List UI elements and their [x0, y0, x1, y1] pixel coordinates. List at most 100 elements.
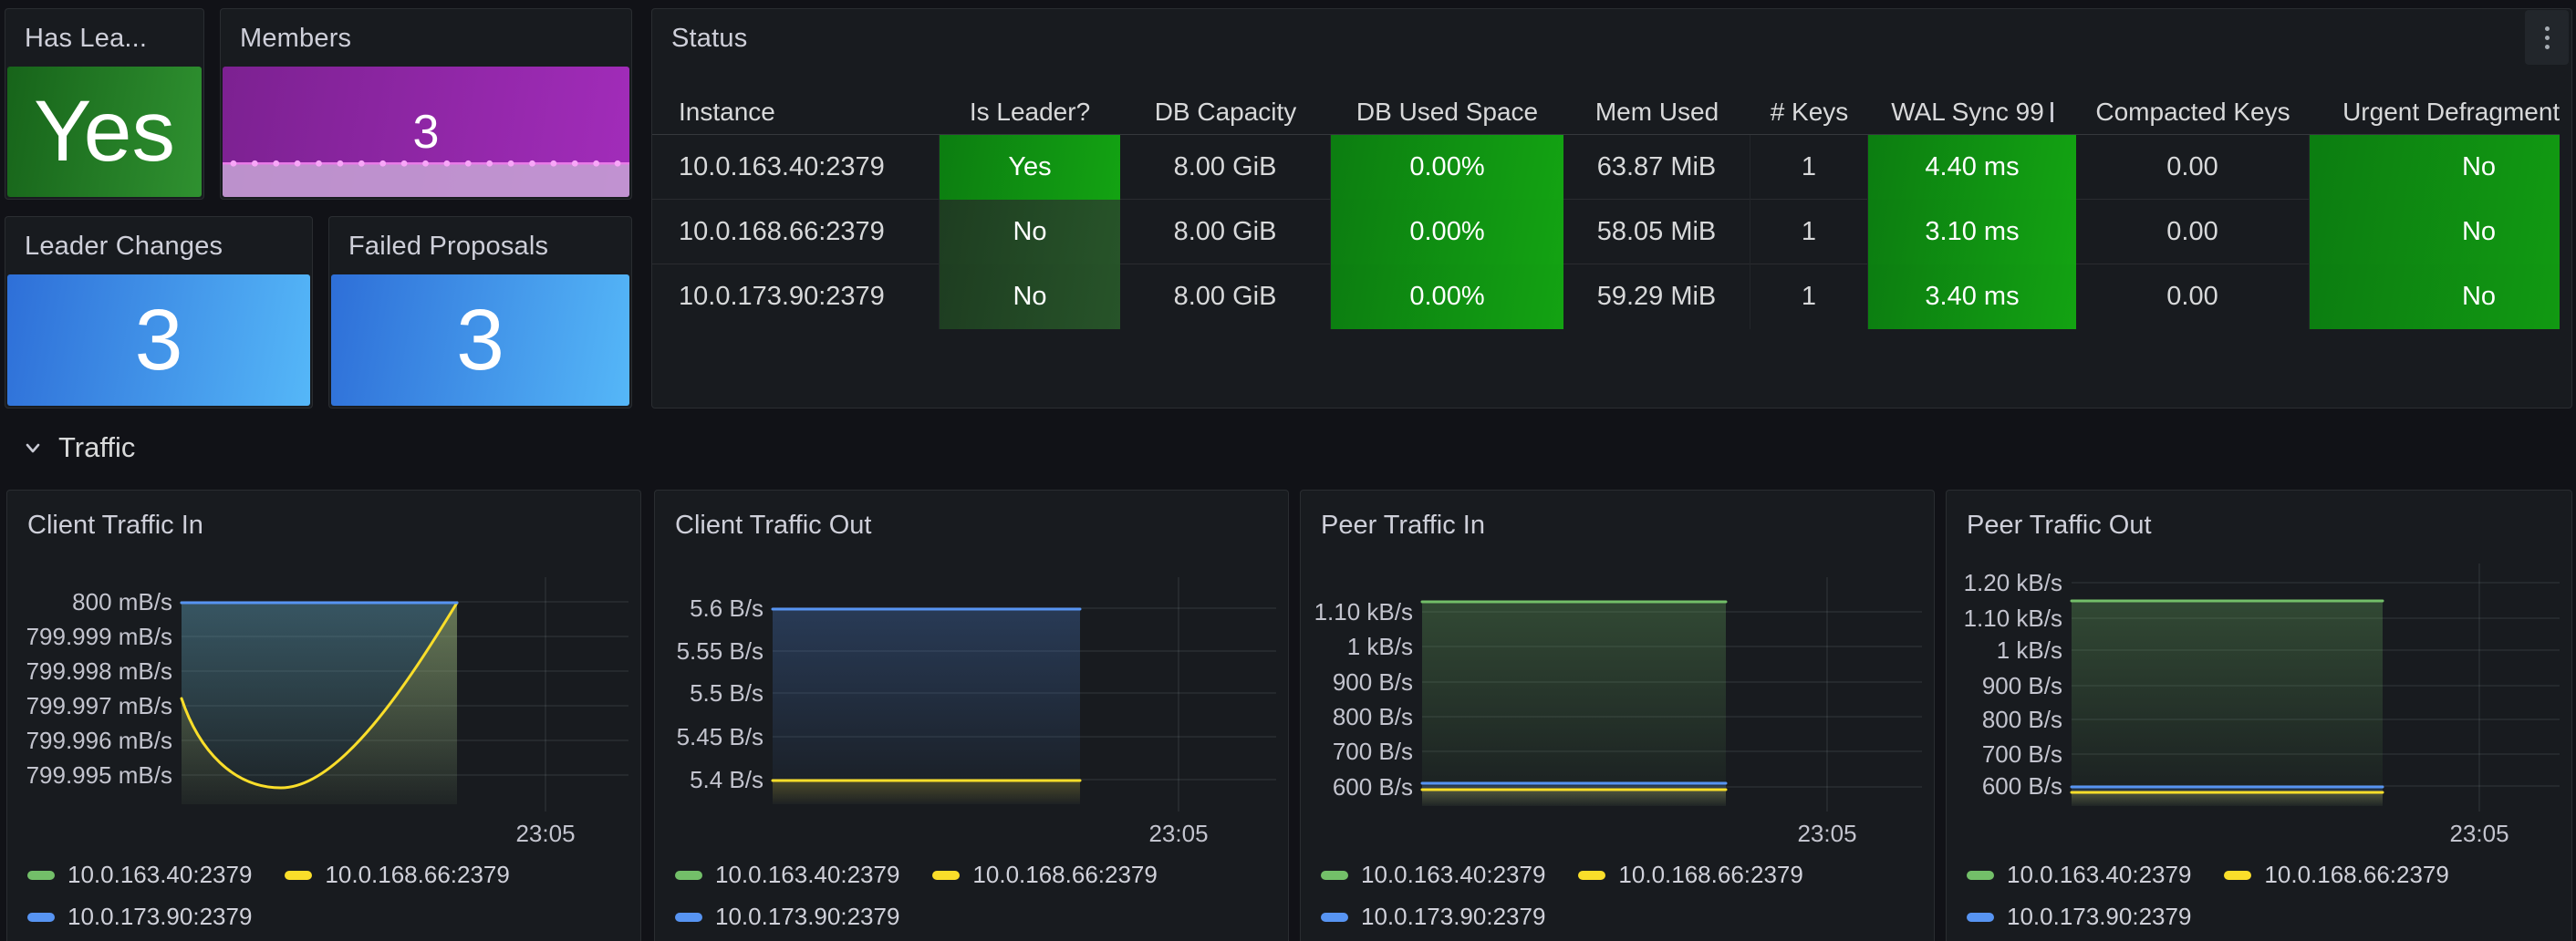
- panel-has-leader: Has Lea... Yes: [5, 8, 204, 200]
- chart-canvas[interactable]: 1.20 kB/s 1.10 kB/s 1 kB/s 900 B/s 800 B/s 70…: [1947, 491, 2571, 941]
- chart-canvas[interactable]: 5.6 B/s5.55 B/s5.5 B/s5.45 B/s5.4 B/s23:…: [655, 491, 1288, 941]
- y-axis-tick-label: 1.10 kB/s: [1947, 606, 2062, 630]
- table-cell-db_used_space: 0.00%: [1331, 264, 1563, 329]
- legend-series-swatch: [1967, 913, 1994, 922]
- table-cell-compacted_keys: 0.00: [2076, 135, 2310, 200]
- y-axis-tick-label: 800 mB/s: [7, 590, 172, 614]
- table-row: 10.0.168.66:2379No8.00 GiB0.00%58.05 MiB…: [652, 200, 2560, 264]
- legend-series-label: 10.0.168.66:2379: [972, 861, 1157, 889]
- legend-series-swatch: [675, 913, 702, 922]
- y-axis-tick-label: 5.45 B/s: [655, 725, 763, 749]
- legend-item[interactable]: 10.0.163.40:2379: [1321, 861, 1545, 889]
- y-axis-tick-label: 1 kB/s: [1301, 635, 1413, 658]
- chart-legend: 10.0.163.40:2379 10.0.168.66:2379 10.0.173…: [1321, 861, 1803, 941]
- chart-canvas[interactable]: 1.10 kB/s1 kB/s900 B/s800 B/s700 B/s600 …: [1301, 491, 1934, 941]
- panel-status: Status InstanceIs Leader?DB CapacityDB U…: [651, 8, 2572, 408]
- legend-item[interactable]: 10.0.163.40:2379: [27, 861, 252, 889]
- y-axis-tick-label: 700 B/s: [1301, 739, 1413, 763]
- y-axis-tick-label: 799.996 mB/s: [7, 729, 172, 752]
- y-axis-tick-label: 600 B/s: [1301, 775, 1413, 799]
- legend-item[interactable]: 10.0.163.40:2379: [1967, 861, 2191, 889]
- y-axis-tick-label: 600 B/s: [1947, 774, 2062, 798]
- legend-item[interactable]: 10.0.173.90:2379: [1967, 903, 2191, 931]
- table-cell-db_capacity: 8.00 GiB: [1120, 200, 1331, 264]
- y-axis-tick-label: 5.6 B/s: [655, 596, 763, 620]
- table-cell-mem_used: 63.87 MiB: [1563, 135, 1750, 200]
- column-header-db_capacity[interactable]: DB Capacity: [1120, 98, 1331, 127]
- x-axis-tick-label: 23:05: [515, 822, 575, 845]
- legend-series-swatch: [1578, 871, 1605, 880]
- members-value: 3: [413, 109, 440, 156]
- legend-item[interactable]: 10.0.173.90:2379: [675, 903, 899, 931]
- table-cell-wal_sync_99: 4.40 ms: [1868, 135, 2076, 200]
- legend-series-swatch: [1321, 871, 1348, 880]
- y-axis-tick-label: 800 B/s: [1301, 705, 1413, 729]
- y-axis-tick-label: 5.55 B/s: [655, 639, 763, 663]
- y-axis-tick-label: 799.997 mB/s: [7, 694, 172, 718]
- chart-canvas[interactable]: 800 mB/s799.999 mB/s799.998 mB/s799.997 …: [7, 491, 640, 941]
- failed-proposals-value: 3: [456, 297, 504, 384]
- panel-members: Members 3: [220, 8, 632, 200]
- column-header-instance[interactable]: Instance: [652, 98, 940, 127]
- legend-item[interactable]: 10.0.173.90:2379: [1321, 903, 1545, 931]
- legend-item[interactable]: 10.0.168.66:2379: [932, 861, 1157, 889]
- column-header-compacted_keys[interactable]: Compacted Keys: [2076, 98, 2310, 127]
- column-header-db_used_space[interactable]: DB Used Space: [1331, 98, 1563, 127]
- panel-title-leader-changes[interactable]: Leader Changes: [25, 232, 223, 262]
- members-value-box: 3: [223, 67, 629, 197]
- y-axis-tick-label: 800 B/s: [1947, 708, 2062, 731]
- legend-series-label: 10.0.173.90:2379: [2007, 903, 2191, 931]
- legend-series-label: 10.0.163.40:2379: [68, 861, 252, 889]
- chart-legend: 10.0.163.40:2379 10.0.168.66:2379 10.0.173…: [1967, 861, 2449, 941]
- panel-peer-traffic-in: Peer Traffic In 1.10 kB/s1 kB/s900 B/s80…: [1300, 490, 1935, 941]
- panel-title-members[interactable]: Members: [240, 24, 351, 54]
- y-axis-tick-label: 900 B/s: [1301, 670, 1413, 694]
- legend-series-swatch: [1321, 913, 1348, 922]
- column-header-mem_used[interactable]: Mem Used: [1563, 98, 1750, 127]
- legend-item[interactable]: 10.0.173.90:2379: [27, 903, 252, 931]
- legend-item[interactable]: 10.0.168.66:2379: [2224, 861, 2448, 889]
- table-cell-db_used_space: 0.00%: [1331, 200, 1563, 264]
- x-axis-tick-label: 23:05: [1148, 822, 1208, 845]
- table-row: 10.0.163.40:2379Yes8.00 GiB0.00%63.87 Mi…: [652, 135, 2560, 200]
- table-cell-instance: 10.0.163.40:2379: [652, 135, 940, 200]
- y-axis-tick-label: 1 kB/s: [1947, 638, 2062, 662]
- legend-item[interactable]: 10.0.168.66:2379: [285, 861, 509, 889]
- chart-legend: 10.0.163.40:2379 10.0.168.66:2379 10.0.173…: [675, 861, 1158, 941]
- chevron-down-icon: [23, 438, 43, 458]
- table-header-row: InstanceIs Leader?DB CapacityDB Used Spa…: [652, 90, 2560, 135]
- leader-changes-value-box: 3: [7, 274, 310, 406]
- leader-changes-value: 3: [135, 297, 183, 384]
- has-leader-value-box: Yes: [7, 67, 202, 197]
- legend-item[interactable]: 10.0.163.40:2379: [675, 861, 899, 889]
- kebab-dot: [2545, 26, 2550, 31]
- y-axis-tick-label: 1.20 kB/s: [1947, 571, 2062, 595]
- table-cell-mem_used: 59.29 MiB: [1563, 264, 1750, 329]
- table-cell-db_capacity: 8.00 GiB: [1120, 264, 1331, 329]
- legend-series-swatch: [932, 871, 960, 880]
- panel-title-failed-proposals[interactable]: Failed Proposals: [348, 232, 548, 262]
- section-traffic[interactable]: Traffic: [0, 425, 2576, 470]
- panel-title-has-leader[interactable]: Has Lea...: [25, 24, 147, 54]
- failed-proposals-value-box: 3: [331, 274, 629, 406]
- legend-series-swatch: [675, 871, 702, 880]
- table-cell-num_keys: 1: [1750, 135, 1868, 200]
- y-axis-tick-label: 799.998 mB/s: [7, 659, 172, 683]
- table-cell-urgent_defragment: No: [2310, 264, 2560, 329]
- table-cell-wal_sync_99: 3.10 ms: [1868, 200, 2076, 264]
- column-header-urgent_defragment[interactable]: Urgent Defragmentation: [2310, 98, 2560, 127]
- column-header-wal_sync_99[interactable]: WAL Sync 99: [1868, 98, 2076, 127]
- y-axis-tick-label: 799.995 mB/s: [7, 763, 172, 787]
- column-header-num_keys[interactable]: # Keys: [1750, 98, 1868, 127]
- y-axis-tick-label: 700 B/s: [1947, 742, 2062, 766]
- panel-menu-button[interactable]: [2525, 10, 2569, 65]
- clipped-glyph: [2051, 102, 2053, 122]
- y-axis-tick-label: 900 B/s: [1947, 674, 2062, 698]
- panel-title-status[interactable]: Status: [671, 24, 747, 54]
- legend-item[interactable]: 10.0.168.66:2379: [1578, 861, 1802, 889]
- legend-series-label: 10.0.173.90:2379: [68, 903, 252, 931]
- status-table: InstanceIs Leader?DB CapacityDB Used Spa…: [652, 90, 2560, 407]
- chart-legend: 10.0.163.40:2379 10.0.168.66:2379 10.0.173…: [27, 861, 510, 941]
- column-header-is_leader[interactable]: Is Leader?: [940, 98, 1120, 127]
- y-axis-tick-label: 5.4 B/s: [655, 768, 763, 791]
